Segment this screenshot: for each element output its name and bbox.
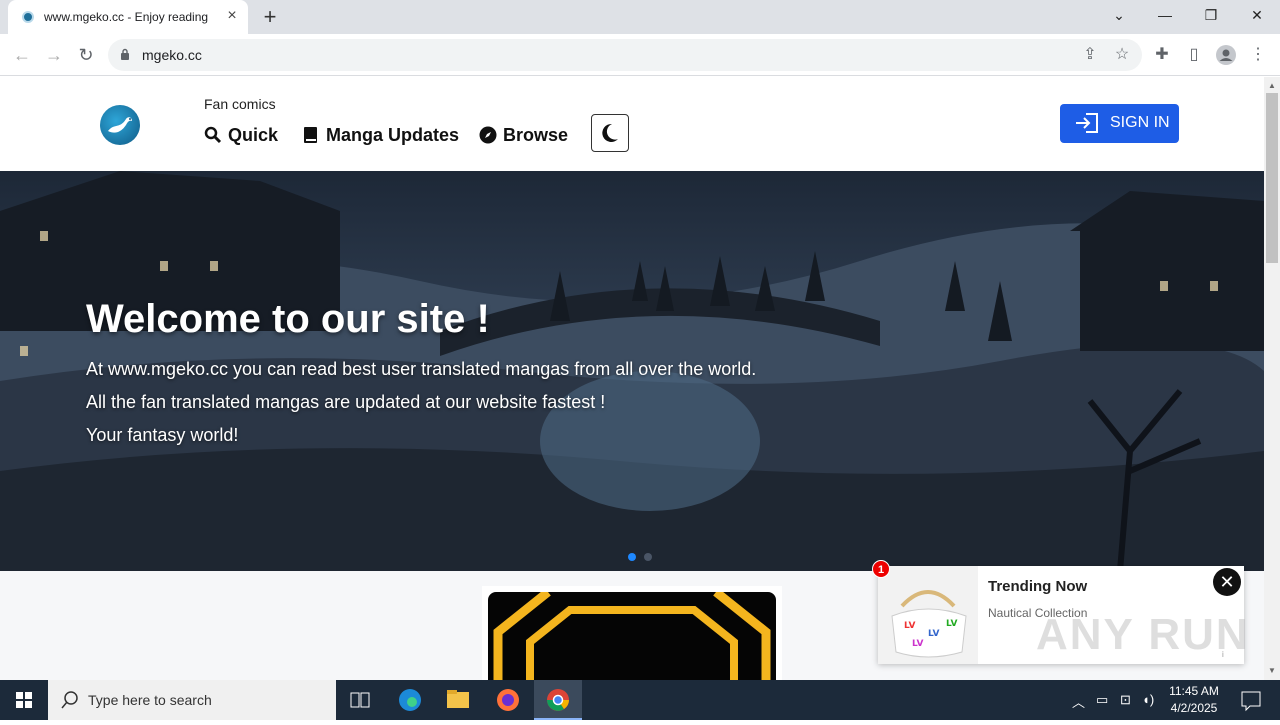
hero-slider[interactable]: Welcome to our site ! At www.mgeko.cc yo… — [0, 171, 1264, 571]
close-window-button[interactable]: ✕ — [1234, 0, 1280, 30]
chrome-icon[interactable] — [534, 680, 582, 720]
browser-toolbar: ← → ↻ mgeko.cc ⇪ ☆ ✚ ▯ ⋮ — [0, 34, 1280, 76]
search-icon — [61, 691, 78, 709]
lock-icon — [121, 48, 129, 60]
scroll-down-arrow-icon[interactable]: ▼ — [1268, 666, 1276, 675]
nav-browse-label: Browse — [503, 124, 569, 145]
tab-title: www.mgeko.cc - Enjoy reading — [44, 10, 209, 24]
show-hidden-icons-chevron-icon[interactable]: ︿ — [1072, 692, 1085, 711]
site-header: Fan comics Quick Manga Updates Browse SI… — [0, 77, 1264, 171]
windows-logo-icon — [16, 692, 32, 708]
url-text: mgeko.cc — [142, 47, 202, 63]
site-favicon-icon — [22, 11, 34, 23]
site-logo[interactable] — [100, 105, 140, 145]
taskbar-search-placeholder: Type here to search — [88, 692, 212, 708]
notification-center-icon[interactable] — [1228, 680, 1276, 720]
slider-dot-2[interactable] — [644, 553, 652, 561]
profile-avatar-icon[interactable] — [1214, 43, 1238, 67]
sign-in-icon — [1076, 113, 1098, 133]
hexagon-frame-image — [493, 592, 771, 680]
file-explorer-icon[interactable] — [434, 680, 482, 720]
start-button[interactable] — [0, 680, 48, 720]
gecko-logo-icon — [108, 117, 132, 133]
volume-icon[interactable]: ◖) — [1142, 692, 1154, 707]
forward-button[interactable]: → — [42, 43, 66, 67]
taskbar-search-box[interactable]: Type here to search — [48, 680, 336, 720]
clock-time: 11:45 AM — [1169, 684, 1219, 698]
new-tab-button[interactable]: + — [258, 5, 282, 29]
taskbar-clock[interactable]: 11:45 AM 4/2/2025 — [1160, 683, 1228, 717]
restore-button[interactable]: ❐ — [1188, 0, 1234, 30]
tab-search-chevron-icon[interactable]: ⌄ — [1096, 0, 1142, 30]
browser-menu-icon[interactable]: ⋮ — [1246, 43, 1270, 67]
search-icon — [204, 126, 222, 144]
nav-manga-updates[interactable]: Manga Updates — [302, 124, 459, 146]
notification-badge: 1 — [872, 560, 890, 578]
minimize-button[interactable]: — — [1142, 0, 1188, 30]
sign-in-label: SIGN IN — [1110, 114, 1170, 131]
hero-title: Welcome to our site ! — [86, 297, 490, 341]
share-icon[interactable]: ⇪ — [1078, 43, 1102, 67]
product-image: LV LV LV LV — [878, 566, 978, 664]
compass-icon — [479, 126, 497, 144]
popup-close-button[interactable]: ✕ — [1213, 568, 1241, 596]
moon-icon — [602, 123, 618, 142]
hero-line-3: Your fantasy world! — [86, 425, 239, 445]
reload-button[interactable]: ↻ — [74, 43, 98, 67]
svg-text:LV: LV — [912, 639, 923, 649]
task-view-icon[interactable] — [336, 680, 384, 720]
book-icon — [304, 127, 317, 143]
nav-quick-label: Quick — [228, 124, 279, 145]
anyrun-watermark: ANY RUN — [1036, 610, 1250, 659]
sign-in-button[interactable]: SIGN IN — [1060, 104, 1179, 143]
banner-image — [488, 592, 776, 680]
page-scrollbar[interactable]: ▲ ▼ — [1264, 77, 1280, 680]
svg-text:LV: LV — [904, 621, 915, 631]
bookmark-star-icon[interactable]: ☆ — [1110, 43, 1134, 67]
hero-line-1: At www.mgeko.cc you can read best user t… — [86, 359, 757, 379]
popup-title: Trending Now — [988, 578, 1088, 595]
battery-icon[interactable]: ▭ — [1096, 692, 1108, 708]
network-icon[interactable]: ⊡ — [1120, 692, 1131, 708]
browser-tab[interactable]: www.mgeko.cc - Enjoy reading × — [8, 0, 248, 34]
side-panel-icon[interactable]: ▯ — [1182, 43, 1206, 67]
nav-quick[interactable]: Quick — [204, 124, 278, 146]
scrollbar-thumb[interactable] — [1266, 93, 1278, 263]
scroll-up-arrow-icon[interactable]: ▲ — [1268, 81, 1276, 90]
nav-manga-updates-label: Manga Updates — [326, 124, 460, 145]
hero-line-2: All the fan translated mangas are update… — [86, 392, 606, 412]
extensions-puzzle-icon[interactable]: ✚ — [1150, 43, 1174, 67]
nav-browse[interactable]: Browse — [479, 124, 568, 146]
svg-text:LV: LV — [928, 629, 939, 639]
svg-text:LV: LV — [946, 619, 957, 629]
back-button[interactable]: ← — [10, 43, 34, 67]
slider-dot-1[interactable] — [628, 553, 636, 561]
clock-date: 4/2/2025 — [1170, 701, 1218, 715]
address-bar[interactable]: mgeko.cc — [108, 39, 1142, 71]
tab-strip: www.mgeko.cc - Enjoy reading × + ⌄ — ❐ ✕ — [0, 0, 1280, 34]
site-tagline: Fan comics — [204, 96, 276, 112]
firefox-icon[interactable] — [484, 680, 532, 720]
theme-toggle-button[interactable] — [591, 114, 629, 152]
close-tab-icon[interactable]: × — [224, 8, 240, 24]
edge-browser-icon[interactable] — [386, 680, 434, 720]
featured-banner[interactable] — [482, 586, 782, 680]
windows-taskbar: Type here to search ︿ ▭ ⊡ ◖) 11:45 AM 4/… — [0, 680, 1280, 720]
